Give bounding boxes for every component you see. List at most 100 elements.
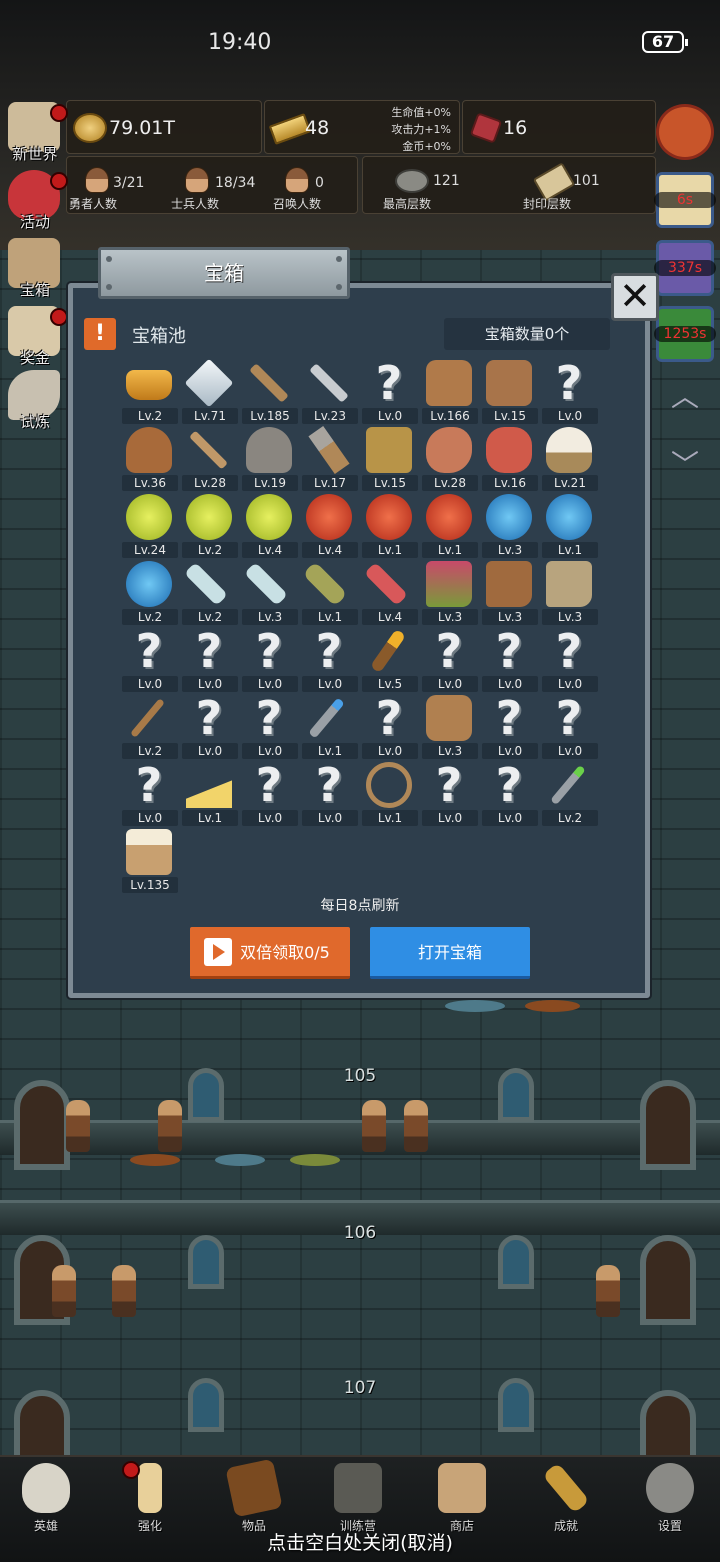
bars-amount: 48: [305, 117, 330, 139]
item-slot[interactable]: Lv.4: [300, 492, 360, 558]
item-slot[interactable]: Lv.21: [540, 425, 600, 491]
item-level: Lv.1: [362, 542, 418, 558]
item-slot[interactable]: Lv.5: [360, 626, 420, 692]
item-slot[interactable]: Lv.3: [480, 492, 540, 558]
item-slot[interactable]: Lv.1: [300, 693, 360, 759]
item-slot[interactable]: ? Lv.0: [240, 693, 300, 759]
nav-hero[interactable]: 英雄: [6, 1457, 86, 1537]
double-claim-button[interactable]: 双倍领取0/5: [190, 927, 350, 979]
hero-sprite: [158, 1100, 182, 1152]
item-level: Lv.0: [242, 810, 298, 826]
open-chest-button[interactable]: 打开宝箱: [370, 927, 530, 979]
side-activity-button[interactable]: 活动: [2, 168, 68, 234]
nav-shop[interactable]: 商店: [422, 1457, 502, 1537]
notification-dot: [50, 104, 68, 122]
bow-icon: [366, 762, 412, 808]
unit-counts-panel: 3/21 勇者人数 18/34 士兵人数 0 召唤人数: [66, 156, 358, 214]
item-slot[interactable]: Lv.19: [240, 425, 300, 491]
dialog-title: 宝箱: [98, 247, 350, 299]
item-slot[interactable]: Lv.24: [120, 492, 180, 558]
unknown-item-icon: ?: [135, 758, 163, 812]
battery-indicator: 67: [642, 31, 688, 53]
item-slot[interactable]: ? Lv.0: [120, 760, 180, 826]
item-level: Lv.2: [122, 609, 178, 625]
travel-pack-icon: [426, 695, 472, 741]
item-slot[interactable]: Lv.166: [420, 358, 480, 424]
nav-items[interactable]: 物品: [214, 1457, 294, 1537]
unknown-item-icon: ?: [375, 356, 403, 410]
item-slot[interactable]: Lv.23: [300, 358, 360, 424]
item-slot[interactable]: Lv.3: [420, 559, 480, 625]
item-slot[interactable]: Lv.135: [120, 827, 180, 893]
gold-amount: 79.01T: [109, 117, 175, 139]
item-slot[interactable]: ? Lv.0: [480, 626, 540, 692]
item-slot[interactable]: ? Lv.0: [240, 760, 300, 826]
nav-achievement[interactable]: 成就: [526, 1457, 606, 1537]
item-slot[interactable]: ? Lv.0: [240, 626, 300, 692]
item-slot[interactable]: ? Lv.0: [540, 358, 600, 424]
close-hint[interactable]: 点击空白处关闭(取消): [0, 1528, 720, 1555]
floor-number: 107: [343, 1378, 377, 1398]
item-slot[interactable]: Lv.3: [480, 559, 540, 625]
item-slot[interactable]: Lv.28: [180, 425, 240, 491]
item-slot[interactable]: Lv.17: [300, 425, 360, 491]
item-slot[interactable]: ? Lv.0: [360, 358, 420, 424]
item-slot[interactable]: Lv.1: [420, 492, 480, 558]
gems-amount: 16: [503, 117, 528, 139]
item-level: Lv.0: [182, 676, 238, 692]
item-slot[interactable]: ? Lv.0: [540, 626, 600, 692]
item-slot[interactable]: Lv.16: [480, 425, 540, 491]
apple-icon[interactable]: [656, 104, 714, 160]
item-slot[interactable]: Lv.4: [240, 492, 300, 558]
item-slot[interactable]: Lv.3: [420, 693, 480, 759]
nav-training[interactable]: 训练营: [318, 1457, 398, 1537]
scroll-up-button[interactable]: ︿: [662, 372, 708, 422]
item-level: Lv.16: [482, 475, 538, 491]
item-slot[interactable]: Lv.15: [360, 425, 420, 491]
nav-settings[interactable]: 设置: [630, 1457, 710, 1537]
item-slot[interactable]: Lv.15: [480, 358, 540, 424]
item-slot[interactable]: Lv.2: [120, 693, 180, 759]
item-slot[interactable]: ? Lv.0: [300, 760, 360, 826]
item-slot[interactable]: Lv.28: [420, 425, 480, 491]
item-slot[interactable]: ? Lv.0: [120, 626, 180, 692]
side-bonus-button[interactable]: 奖金: [2, 304, 68, 370]
item-slot[interactable]: Lv.3: [240, 559, 300, 625]
item-level: Lv.1: [542, 542, 598, 558]
nav-upgrade[interactable]: 强化: [110, 1457, 190, 1537]
side-chest-button[interactable]: 宝箱: [2, 236, 68, 302]
item-slot[interactable]: ? Lv.0: [420, 760, 480, 826]
item-slot[interactable]: Lv.1: [360, 760, 420, 826]
item-level: Lv.71: [182, 408, 238, 424]
item-slot[interactable]: Lv.1: [180, 760, 240, 826]
yellow-potion-icon: [246, 494, 292, 540]
hero-sprite: [112, 1265, 136, 1317]
olive-bottle-icon: [302, 561, 348, 607]
item-slot[interactable]: Lv.1: [540, 492, 600, 558]
close-button[interactable]: ✕: [611, 273, 659, 321]
item-slot[interactable]: Lv.2: [180, 492, 240, 558]
scroll-down-button[interactable]: ﹀: [662, 440, 708, 490]
side-trial-button[interactable]: 试炼: [2, 368, 68, 434]
item-slot[interactable]: ? Lv.0: [180, 693, 240, 759]
item-slot[interactable]: ? Lv.0: [540, 693, 600, 759]
item-slot[interactable]: Lv.36: [120, 425, 180, 491]
item-slot[interactable]: Lv.2: [540, 760, 600, 826]
item-slot[interactable]: ? Lv.0: [300, 626, 360, 692]
item-slot[interactable]: Lv.1: [300, 559, 360, 625]
item-slot[interactable]: ? Lv.0: [360, 693, 420, 759]
item-slot[interactable]: ? Lv.0: [420, 626, 480, 692]
item-slot[interactable]: Lv.2: [180, 559, 240, 625]
item-slot[interactable]: Lv.3: [540, 559, 600, 625]
item-slot[interactable]: ? Lv.0: [480, 760, 540, 826]
side-new-world-button[interactable]: 新世界: [2, 100, 68, 166]
item-slot[interactable]: Lv.2: [120, 358, 180, 424]
item-slot[interactable]: Lv.4: [360, 559, 420, 625]
item-slot[interactable]: ? Lv.0: [180, 626, 240, 692]
item-slot[interactable]: Lv.1: [360, 492, 420, 558]
item-slot[interactable]: Lv.185: [240, 358, 300, 424]
item-slot[interactable]: Lv.2: [120, 559, 180, 625]
item-slot[interactable]: Lv.71: [180, 358, 240, 424]
timer-2: 337s: [654, 260, 716, 276]
item-slot[interactable]: ? Lv.0: [480, 693, 540, 759]
